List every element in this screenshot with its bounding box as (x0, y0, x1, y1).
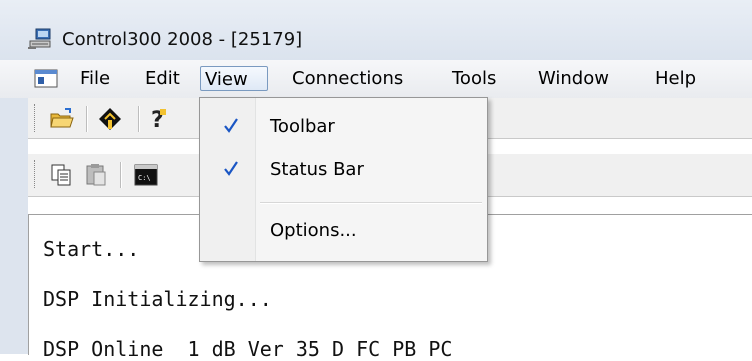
svg-text:C:\: C:\ (138, 174, 151, 182)
checkmark-icon (224, 118, 238, 133)
terminal-icon[interactable]: C:\ (132, 161, 160, 189)
help-icon[interactable]: ? (148, 105, 168, 133)
checkmark-icon (224, 161, 238, 176)
menu-item-options[interactable]: Options... (202, 212, 485, 250)
menu-edit[interactable]: Edit (145, 66, 180, 91)
document-window-icon[interactable] (34, 69, 58, 88)
menu-item-label: Toolbar (270, 116, 335, 137)
menu-item-status-bar[interactable]: Status Bar (202, 151, 485, 189)
left-frame-strip (0, 98, 28, 354)
app-computer-icon (28, 28, 51, 49)
menu-window[interactable]: Window (538, 66, 609, 91)
menu-file[interactable]: File (80, 66, 110, 91)
toolbar-grip[interactable] (34, 104, 38, 132)
menu-tools[interactable]: Tools (452, 66, 496, 91)
menu-separator (260, 202, 482, 204)
open-folder-icon[interactable] (48, 105, 76, 133)
copy-icon[interactable] (48, 161, 76, 189)
menu-connections[interactable]: Connections (292, 66, 403, 91)
menu-help[interactable]: Help (655, 66, 696, 91)
toolbar-grip[interactable] (34, 160, 38, 188)
menu-item-toolbar[interactable]: Toolbar (202, 108, 485, 146)
console-line: DSP Initializing... (43, 287, 272, 311)
title-bar: Control300 2008 - [25179] (0, 0, 752, 60)
menu-item-label: Options... (270, 220, 357, 241)
menu-view[interactable]: View (200, 66, 268, 91)
menu-bar: File Edit View Connections Tools Window … (0, 60, 752, 99)
paste-icon[interactable] (82, 161, 110, 189)
console-line: DSP Online 1 dB Ver 35 D FC PB PC (43, 337, 453, 361)
plug-icon[interactable] (96, 105, 124, 133)
window-title: Control300 2008 - [25179] (62, 29, 303, 50)
view-dropdown-menu: Toolbar Status Bar Options... (199, 97, 488, 262)
console-line: Start... (43, 237, 140, 261)
menu-item-label: Status Bar (270, 159, 364, 180)
